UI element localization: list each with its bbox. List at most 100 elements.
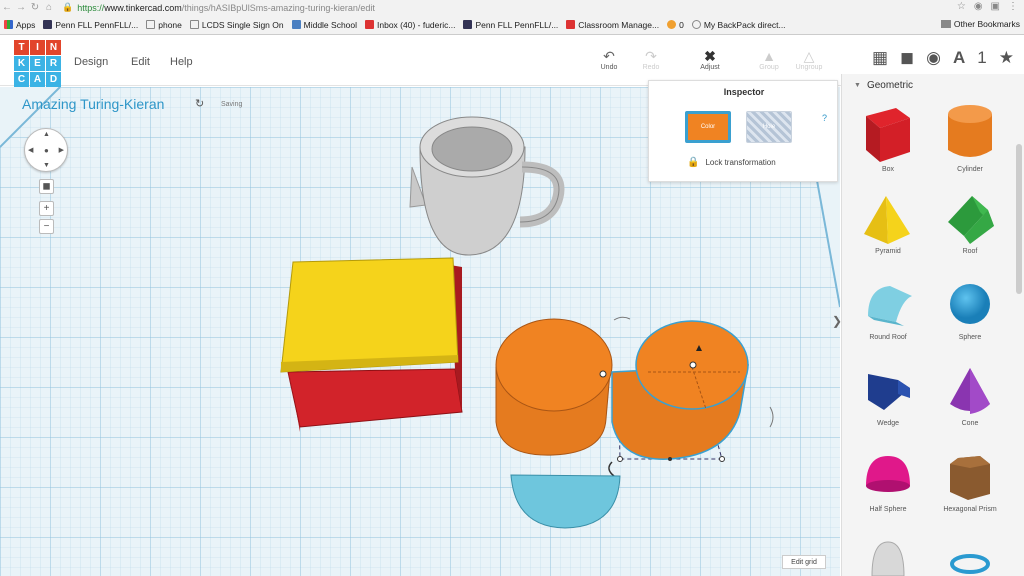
home-view-icon[interactable]: ●	[44, 146, 49, 155]
shape-label: Half Sphere	[869, 506, 907, 513]
fit-view-button[interactable]: ◼	[39, 179, 54, 194]
redo-button[interactable]: ↷ Redo	[634, 48, 668, 71]
shapes-panel: ▼ Geometric Box Cylinder Pyramid Roof Ro…	[841, 74, 1024, 576]
shape-half-sphere[interactable]: Half Sphere	[848, 450, 928, 530]
shape-round-roof[interactable]: Round Roof	[848, 278, 928, 358]
orbit-right-icon[interactable]: ▶	[59, 146, 64, 154]
other-bookmarks[interactable]: Other Bookmarks	[940, 19, 1020, 29]
menu-help[interactable]: Help	[170, 56, 193, 68]
shape-wedge[interactable]: Wedge	[848, 364, 928, 444]
shape-label: Roof	[962, 248, 978, 255]
menu-design[interactable]: Design	[74, 56, 108, 68]
mug-object[interactable]	[409, 116, 565, 256]
shape-paraboloid[interactable]	[848, 536, 928, 576]
extension-icon[interactable]: ◉	[974, 1, 983, 12]
shape-cone[interactable]: Cone	[930, 364, 1010, 444]
cylinder-shape-icon	[948, 105, 992, 157]
cylinder-object[interactable]	[495, 318, 613, 456]
star-icon[interactable]: ☆	[957, 1, 966, 12]
box-shape-icon	[866, 108, 910, 162]
adjust-button[interactable]: ✖ Adjust	[693, 48, 727, 71]
bookmark-apps[interactable]: Apps	[4, 20, 35, 30]
bookmark-item[interactable]: 0	[667, 20, 684, 30]
bookmark-item[interactable]: Penn FLL PennFLL/...	[43, 20, 138, 30]
paraboloid-shape-icon	[871, 541, 905, 576]
panel-scrollbar[interactable]	[1016, 144, 1022, 294]
bookmark-item[interactable]: Penn FLL PennFLL/...	[463, 20, 558, 30]
text-icon[interactable]: A	[953, 48, 965, 68]
bookmark-item[interactable]: Middle School	[291, 20, 357, 30]
hexagonal-prism-shape-icon	[950, 456, 990, 500]
lock-transformation-toggle[interactable]: 🔒 Lock transformation	[687, 157, 776, 168]
color-swatch[interactable]: Color	[685, 111, 731, 143]
shape-label: Box	[881, 166, 895, 173]
page-icon	[189, 20, 199, 29]
edit-grid-button[interactable]: Edit grid	[782, 555, 826, 569]
orbit-left-icon[interactable]: ◀	[28, 146, 33, 154]
cube-icon[interactable]: ◼	[900, 48, 914, 68]
cone-shape-icon	[950, 368, 990, 414]
shape-pyramid[interactable]: Pyramid	[848, 192, 928, 272]
group-button[interactable]: ▲ Group	[752, 48, 786, 71]
round-roof-shape-icon	[868, 286, 912, 326]
shape-torus[interactable]	[930, 536, 1010, 576]
bookmark-item[interactable]: phone	[146, 20, 182, 30]
half-cylinder-object[interactable]	[510, 474, 621, 529]
color-label: Color	[700, 124, 716, 130]
collapse-panel-icon[interactable]: ❯	[832, 314, 842, 328]
ungroup-icon: △	[803, 48, 815, 64]
shape-label: Cylinder	[957, 166, 983, 173]
bookmarks-bar: Apps Penn FLL PennFLL/... phone LCDS Sin…	[0, 15, 1024, 35]
sphere-grid-icon[interactable]: ◉	[926, 48, 941, 68]
school-icon	[291, 20, 301, 29]
adjust-icon: ✖	[704, 48, 716, 64]
ungroup-button[interactable]: △ Ungroup	[792, 48, 826, 71]
project-title[interactable]: Amazing Turing-Kieran	[22, 96, 164, 112]
hole-label: Hole	[762, 124, 776, 130]
undo-button[interactable]: ↶ Undo	[592, 48, 626, 71]
zoom-in-button[interactable]: +	[39, 201, 54, 216]
torus-shape-icon	[950, 554, 990, 574]
shape-hexagonal-prism[interactable]: Hexagonal Prism	[930, 450, 1010, 530]
bookmark-label: Classroom Manage...	[578, 19, 660, 30]
logo-letter: K	[14, 56, 29, 71]
fll-icon	[463, 20, 473, 29]
extension-icon[interactable]: ▣	[991, 1, 1000, 12]
bookmark-item[interactable]: My BackPack direct...	[691, 20, 786, 30]
star-icon[interactable]: ★	[999, 48, 1014, 68]
category-label: Geometric	[866, 80, 914, 91]
selected-cylinder-object[interactable]	[608, 316, 774, 477]
shape-cylinder[interactable]: Cylinder	[930, 102, 1010, 182]
save-status: Saving	[221, 101, 243, 108]
zoom-out-button[interactable]: −	[39, 219, 54, 234]
shape-roof[interactable]: Roof	[930, 192, 1010, 272]
url-field[interactable]: https://www.tinkercad.com/things/hASIBpU…	[77, 3, 375, 13]
menu-icon[interactable]: ⋮	[1008, 1, 1018, 12]
lock-icon: 🔒	[62, 2, 74, 12]
orbit-up-icon[interactable]: ▲	[43, 131, 50, 138]
shape-sphere[interactable]: Sphere	[930, 278, 1010, 358]
inspector-panel: Inspector ? Color Hole 🔒 Lock transforma…	[648, 80, 838, 182]
orbit-down-icon[interactable]: ▼	[43, 162, 50, 169]
bookmark-label: phone	[158, 19, 182, 30]
bookmark-item[interactable]: Classroom Manage...	[566, 20, 659, 30]
number-icon[interactable]: 1	[977, 48, 986, 68]
sync-icon: ↻	[195, 98, 205, 110]
view-orbit-control[interactable]: ▲ ▼ ◀ ▶ ●	[24, 128, 68, 172]
category-dropdown[interactable]: ▼ Geometric	[854, 80, 913, 91]
help-icon[interactable]: ?	[822, 113, 827, 123]
menu-edit[interactable]: Edit	[131, 56, 150, 68]
hole-swatch[interactable]: Hole	[746, 111, 792, 143]
bookmark-item[interactable]: LCDS Single Sign On	[189, 20, 284, 30]
home-icon[interactable]: ⌂	[42, 2, 56, 13]
yellow-box-object[interactable]	[280, 257, 459, 373]
forward-icon[interactable]: →	[14, 2, 28, 13]
shape-box[interactable]: Box	[848, 102, 928, 182]
tinkercad-window: ← → ↻ ⌂ 🔒 https://www.tinkercad.com/thin…	[0, 0, 1024, 576]
workplane-icon[interactable]: ▦	[872, 48, 888, 68]
bookmark-item[interactable]: Inbox (40) - fuderic...	[365, 20, 455, 30]
reload-icon[interactable]: ↻	[28, 2, 42, 13]
back-icon[interactable]: ←	[0, 2, 14, 13]
tinkercad-logo[interactable]: T I N K E R C A D	[14, 40, 61, 87]
lock-icon: 🔒	[687, 157, 700, 168]
